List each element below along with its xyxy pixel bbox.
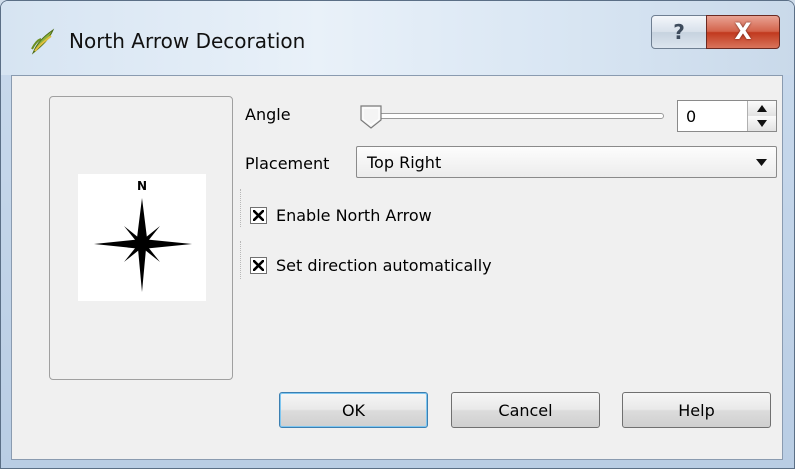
compass-star-icon: N	[94, 179, 192, 292]
cancel-button-label: Cancel	[498, 400, 553, 420]
north-label: N	[137, 179, 147, 193]
angle-value: 0	[686, 107, 697, 126]
set-direction-auto-label[interactable]: Set direction automatically	[276, 256, 492, 275]
check-x-icon	[253, 260, 264, 271]
angle-slider-track[interactable]	[362, 113, 664, 119]
context-help-button[interactable]: ?	[651, 15, 707, 49]
set-direction-auto-checkbox[interactable]	[250, 257, 267, 274]
dialog-body: N Angle 0 Placement Top Right Enable Nor…	[11, 75, 783, 460]
placement-combobox[interactable]: Top Right	[356, 146, 777, 178]
triangle-up-icon	[757, 105, 767, 112]
enable-north-arrow-checkbox[interactable]	[250, 207, 267, 224]
drag-separator	[240, 189, 242, 227]
help-button-label: Help	[678, 400, 715, 420]
title-bar[interactable]: North Arrow Decoration ? X	[1, 1, 794, 75]
angle-label: Angle	[245, 105, 291, 124]
north-arrow-preview-frame: N	[49, 96, 233, 380]
enable-north-arrow-label[interactable]: Enable North Arrow	[276, 206, 432, 225]
combo-dropdown-button[interactable]	[746, 147, 776, 177]
spin-up-button[interactable]	[748, 101, 776, 117]
placement-label: Placement	[245, 154, 330, 173]
help-button[interactable]: Help	[622, 392, 771, 428]
check-x-icon	[253, 210, 264, 221]
dialog-window: North Arrow Decoration ? X N Angle 0 Pla…	[0, 0, 795, 469]
triangle-down-icon	[757, 120, 767, 127]
placement-value: Top Right	[367, 153, 442, 172]
angle-spinbox[interactable]: 0	[677, 100, 777, 132]
drag-separator	[240, 241, 242, 279]
ok-button-label: OK	[341, 400, 366, 420]
chevron-down-icon	[755, 158, 767, 166]
close-icon: X	[734, 19, 752, 45]
window-title: North Arrow Decoration	[69, 29, 306, 53]
cancel-button[interactable]: Cancel	[451, 392, 600, 428]
angle-spin-buttons	[747, 101, 776, 131]
spin-down-button[interactable]	[748, 116, 776, 131]
north-arrow-preview-image: N	[78, 174, 206, 301]
angle-slider-handle[interactable]	[359, 104, 383, 130]
close-button[interactable]: X	[706, 15, 780, 49]
ok-button[interactable]: OK	[279, 392, 428, 428]
qgis-app-icon	[31, 28, 55, 55]
question-mark-icon: ?	[673, 20, 685, 44]
